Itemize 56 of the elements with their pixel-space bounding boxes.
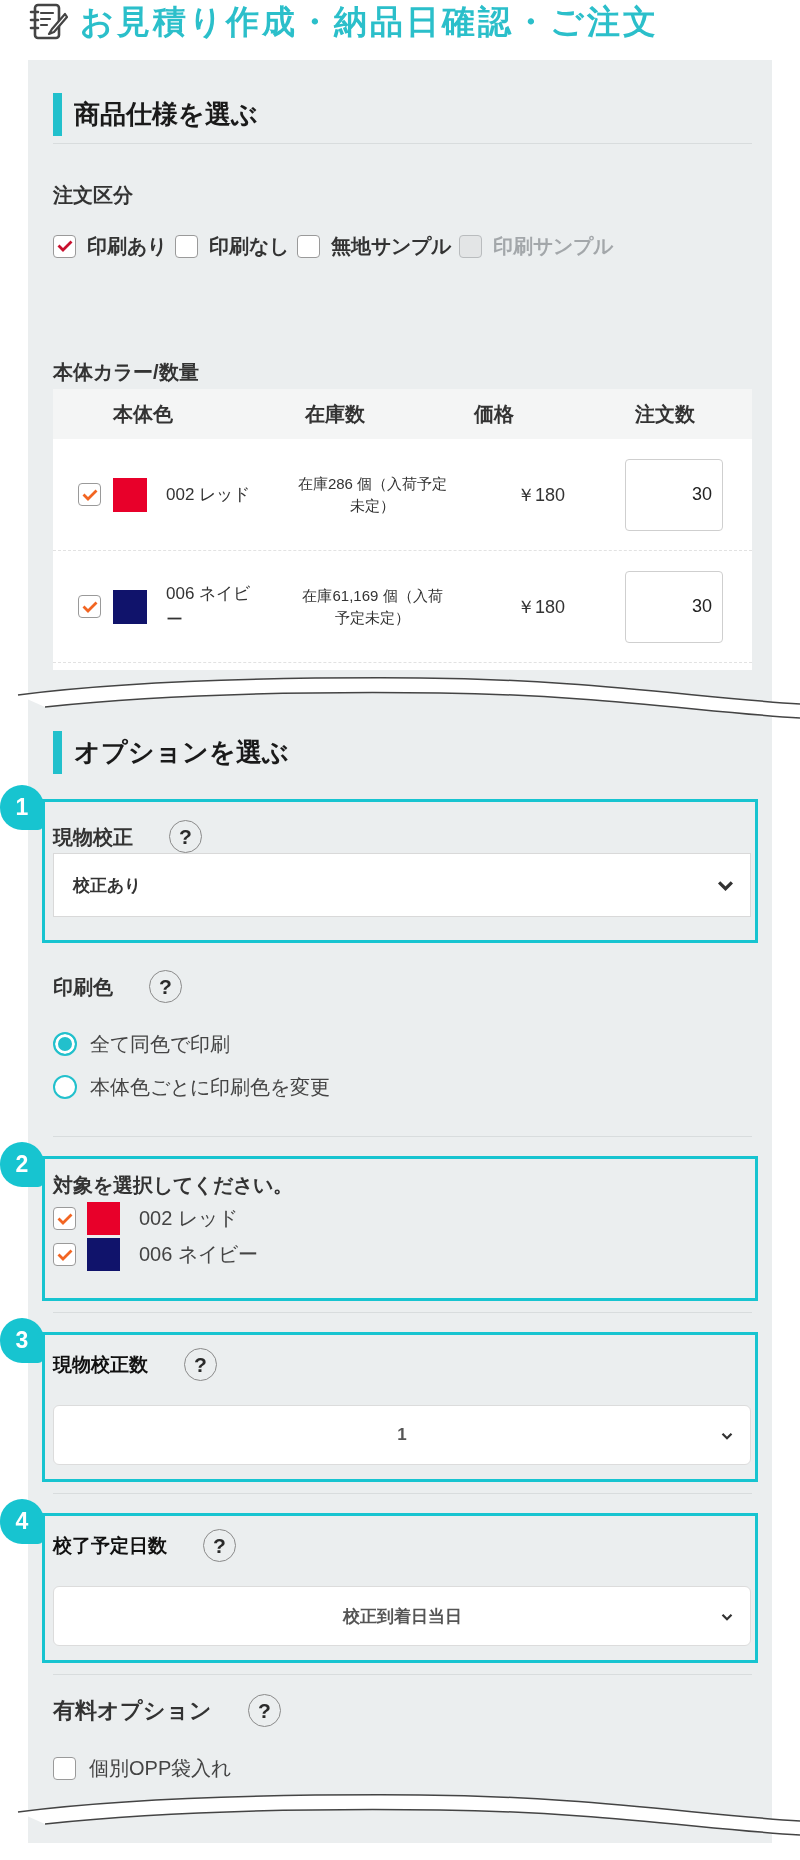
check-icon	[81, 600, 98, 613]
step-badge: 4	[0, 1499, 44, 1544]
field-label: 現物校正	[53, 824, 133, 850]
checkbox[interactable]	[53, 234, 76, 258]
price-cell-text: ￥180	[516, 595, 565, 619]
field-label: 本体カラー/数量	[53, 360, 199, 385]
checkbox-label[interactable]: 個別OPP袋入れ	[89, 1755, 232, 1782]
stock-cell-text: 在庫286 個（入荷予定未定）	[296, 473, 449, 516]
radio-button[interactable]	[53, 1032, 77, 1056]
field-label: 注文区分	[53, 183, 133, 208]
checkbox[interactable]	[297, 234, 320, 258]
page-title: お見積り作成・納品日確認・ご注文	[80, 2, 659, 42]
checkbox-label[interactable]: 印刷なし	[209, 232, 289, 260]
checkbox[interactable]	[53, 1207, 76, 1230]
select-dropdown[interactable]: 校正あり	[53, 853, 751, 917]
select-dropdown[interactable]: 1	[53, 1405, 751, 1465]
radio-label[interactable]: 本体色ごとに印刷色を変更	[90, 1073, 330, 1101]
check-icon	[81, 488, 98, 501]
field-label: 校了予定日数	[53, 1533, 167, 1558]
column-header: 注文数	[635, 401, 695, 427]
checkbox[interactable]	[78, 595, 101, 618]
checkbox[interactable]	[78, 483, 101, 506]
checkbox-label[interactable]: 無地サンプル	[331, 232, 451, 260]
check-icon	[56, 240, 73, 252]
column-header: 価格	[474, 401, 514, 427]
step-badge: 2	[0, 1142, 44, 1187]
field-label: 印刷色	[53, 974, 113, 1000]
color-name: 006 ネイビー	[166, 582, 252, 631]
field-label: 現物校正数	[53, 1352, 148, 1377]
section-heading: オプションを選ぶ	[53, 731, 289, 774]
color-name: 002 レッド	[166, 483, 252, 506]
check-icon	[56, 1212, 73, 1225]
radio-label[interactable]: 全て同色で印刷	[90, 1030, 230, 1058]
stock-cell-text: 在庫61,169 個（入荷予定未定）	[301, 585, 444, 628]
chevron-down-icon	[721, 1432, 733, 1440]
price-cell-text: ￥180	[516, 483, 565, 507]
select-dropdown[interactable]: 校正到着日当日	[53, 1586, 751, 1646]
checkbox[interactable]	[53, 1757, 76, 1780]
check-icon	[56, 1248, 73, 1261]
field-label: 有料オプション	[53, 1696, 212, 1725]
checkbox[interactable]	[53, 1243, 76, 1266]
step-badge: 3	[0, 1318, 44, 1363]
chevron-down-icon	[717, 879, 734, 891]
chevron-down-icon	[721, 1613, 733, 1621]
note-edit-icon	[28, 3, 68, 41]
step-badge: 1	[0, 785, 44, 830]
field-label: 対象を選択してください。	[53, 1172, 293, 1198]
checkbox-label[interactable]: 006 ネイビー	[139, 1241, 258, 1268]
checkbox-label[interactable]: 印刷あり	[87, 232, 167, 260]
column-header: 本体色	[113, 401, 173, 427]
quantity-field[interactable]: 30	[625, 570, 723, 643]
radio-button[interactable]	[53, 1075, 77, 1099]
checkbox[interactable]	[175, 234, 198, 258]
checkbox-label[interactable]: 002 レッド	[139, 1205, 238, 1232]
quantity-field[interactable]: 30	[625, 458, 723, 531]
column-header: 在庫数	[305, 401, 365, 427]
